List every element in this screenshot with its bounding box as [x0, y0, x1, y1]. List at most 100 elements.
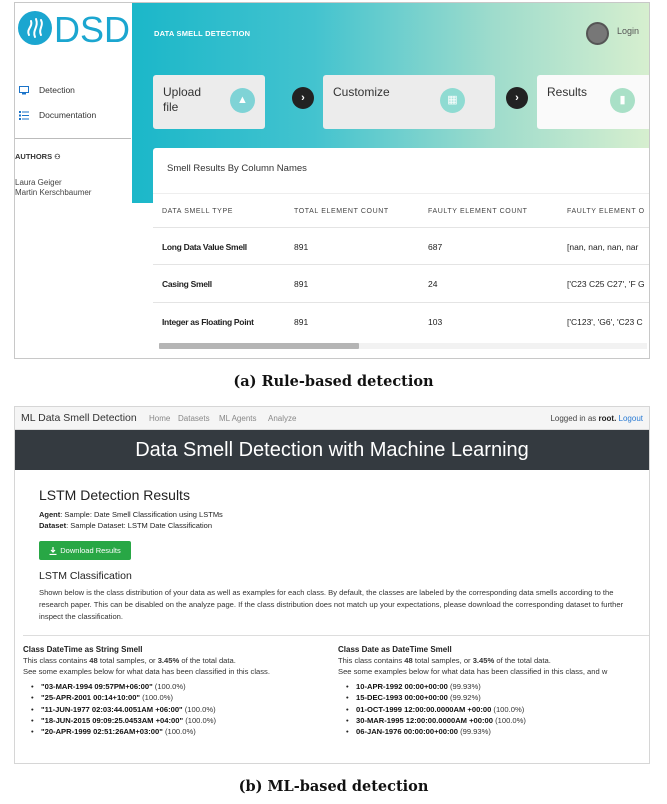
example-score: (99.93%) [449, 682, 481, 691]
author-name: Laura Geiger [15, 178, 62, 187]
examples-list: "03-MAR-1994 09:57PM+06:00" (100.0%) "25… [23, 682, 323, 736]
monitor-icon [19, 85, 29, 94]
list-item: 30-MAR-1995 12:00:00.0000AM +00:00 (100.… [338, 715, 649, 725]
class-count-line: This class contains 48 total samples, or… [338, 656, 649, 665]
logo-text: DSD [54, 9, 129, 47]
login-status-prefix: Logged in as [550, 414, 597, 423]
username: root. [598, 414, 617, 423]
caption-b: (b) ML-based detection [238, 778, 429, 795]
class-count-line: This class contains 48 total samples, or… [23, 656, 323, 665]
count-mid: total samples, or [414, 656, 471, 665]
results-title: LSTM Detection Results [39, 487, 190, 503]
example-score: (99.93%) [460, 727, 491, 737]
smell-type-cell: Long Data Value Smell [162, 242, 247, 252]
example-value: 10-APR-1992 00:00+00:00 [356, 682, 448, 691]
example-value: "18-JUN-2015 09:09:25.0453AM +04:00" [41, 715, 184, 725]
dataset-label: Dataset [39, 521, 67, 530]
step-label: Upload file [163, 85, 202, 114]
class-title: Class Date as DateTime Smell [338, 645, 452, 654]
list-item: "25-APR-2001 00:14+10:00" (100.0%) [23, 693, 323, 702]
smell-type-cell: Casing Smell [162, 279, 212, 289]
author-name: Martin Kerschbaumer [15, 188, 92, 197]
example-score: (100.0%) [164, 727, 196, 737]
example-value: 30-MAR-1995 12:00:00.0000AM +00:00 [356, 715, 493, 725]
nav-link-datasets[interactable]: Datasets [178, 414, 210, 423]
step-label: Customize [333, 85, 390, 99]
users-icon: ⚇ [54, 154, 61, 161]
total-count-cell: 891 [294, 317, 309, 327]
sample-count: 48 [404, 656, 413, 665]
download-label: Download Results [60, 546, 121, 555]
nav-link-analyze[interactable]: Analyze [268, 414, 296, 423]
nav-link-home[interactable]: Home [149, 414, 170, 423]
example-score: (100.0%) [185, 715, 217, 725]
page-header: Data Smell Detection with Machine Learni… [15, 430, 649, 470]
login-status: Logged in as root. Logout [550, 414, 643, 423]
sample-percent: 3.45% [472, 656, 495, 665]
table-row: Long Data Value Smell 891 687 [nan, nan,… [153, 227, 649, 265]
list-item: "11-JUN-1977 02:03:44.0051AM +06:00" (10… [23, 705, 323, 714]
faulty-count-cell: 687 [428, 242, 443, 252]
navbar: ML Data Smell Detection Home Datasets ML… [15, 407, 649, 430]
app-title: DATA SMELL DETECTION [154, 29, 251, 38]
example-score: (100.0%) [495, 715, 526, 725]
faulty-count-cell: 103 [428, 317, 443, 327]
bar-chart-icon: ▮ [610, 88, 635, 113]
chevron-right-icon: › [292, 87, 314, 109]
agent-line: Agent: Sample: Date Smell Classification… [39, 510, 223, 519]
column-header: FAULTY ELEMENT O [567, 208, 645, 215]
login-link[interactable]: Login [617, 26, 639, 36]
faulty-elements-cell: [nan, nan, nan, nar [567, 242, 639, 252]
agent-value: : Sample: Date Smell Classification usin… [60, 510, 223, 519]
classification-title: LSTM Classification [39, 570, 132, 582]
step-results[interactable]: Results ▮ [537, 75, 649, 129]
list-item: 15-DEC-1993 00:00+00:00 (99.92%) [338, 693, 649, 703]
class-column: Class Date as DateTime Smell This class … [338, 645, 649, 738]
sidebar-item-detection[interactable]: Detection [19, 85, 75, 95]
horizontal-scrollbar[interactable] [159, 343, 647, 349]
step-upload-file[interactable]: Upload file ▲ [153, 75, 265, 129]
results-card: Smell Results By Column Names DATA SMELL… [153, 148, 649, 358]
step-customize[interactable]: Customize ▦ [323, 75, 495, 129]
count-prefix: This class contains [23, 656, 88, 665]
rule-based-app-screenshot: DSD Detection Documentation AUTHORS ⚇ La… [14, 2, 650, 359]
authors-heading-text: AUTHORS [15, 152, 53, 161]
examples-list: 10-APR-1992 00:00+00:00 (99.93%) 15-DEC-… [338, 682, 649, 737]
scrollbar-thumb[interactable] [159, 343, 360, 349]
dataset-value: : Sample Dataset: LSTM Date Classificati… [66, 521, 213, 530]
example-value: 06-JAN-1976 00:00:00+00:00 [356, 727, 458, 737]
count-suffix: of the total data. [181, 656, 236, 665]
table-row: Integer as Floating Point 891 103 ['C123… [153, 303, 649, 341]
table-row: Casing Smell 891 24 ['C23 C25 C27', 'F G [153, 265, 649, 303]
navbar-brand[interactable]: ML Data Smell Detection [21, 412, 137, 424]
column-header: TOTAL ELEMENT COUNT [294, 208, 389, 215]
examples-text: See some examples below for what data ha… [23, 667, 270, 676]
list-item: "18-JUN-2015 09:09:25.0453AM +04:00" (10… [23, 716, 323, 725]
count-prefix: This class contains [338, 656, 403, 665]
avatar[interactable] [586, 22, 609, 45]
divider [23, 635, 649, 636]
sidebar-item-documentation[interactable]: Documentation [19, 110, 96, 120]
download-icon [49, 546, 57, 555]
page-title: Data Smell Detection with Machine Learni… [135, 439, 529, 461]
smell-type-cell: Integer as Floating Point [162, 317, 254, 327]
total-count-cell: 891 [294, 279, 309, 289]
column-header: DATA SMELL TYPE [162, 208, 233, 215]
dsd-logo: DSD [17, 9, 130, 50]
column-header: FAULTY ELEMENT COUNT [428, 208, 528, 215]
classification-description: Shown below is the class distribution of… [39, 588, 624, 621]
sidebar-item-label: Documentation [39, 110, 97, 120]
download-results-button[interactable]: Download Results [39, 541, 131, 560]
example-value: 15-DEC-1993 00:00+00:00 [356, 693, 448, 703]
sidebar: DSD Detection Documentation AUTHORS ⚇ La… [15, 3, 131, 358]
example-score: (100.0%) [493, 704, 525, 714]
example-value: "25-APR-2001 00:14+10:00" [41, 693, 141, 703]
example-score: (100.0%) [142, 693, 173, 703]
count-mid: total samples, or [99, 656, 156, 665]
logout-link[interactable]: Logout [619, 414, 643, 423]
nav-link-ml-agents[interactable]: ML Agents [219, 414, 257, 423]
divider [153, 193, 649, 194]
faulty-elements-cell: ['C23 C25 C27', 'F G [567, 279, 645, 289]
class-title: Class DateTime as String Smell [23, 645, 143, 654]
step-label: Results [547, 85, 588, 99]
